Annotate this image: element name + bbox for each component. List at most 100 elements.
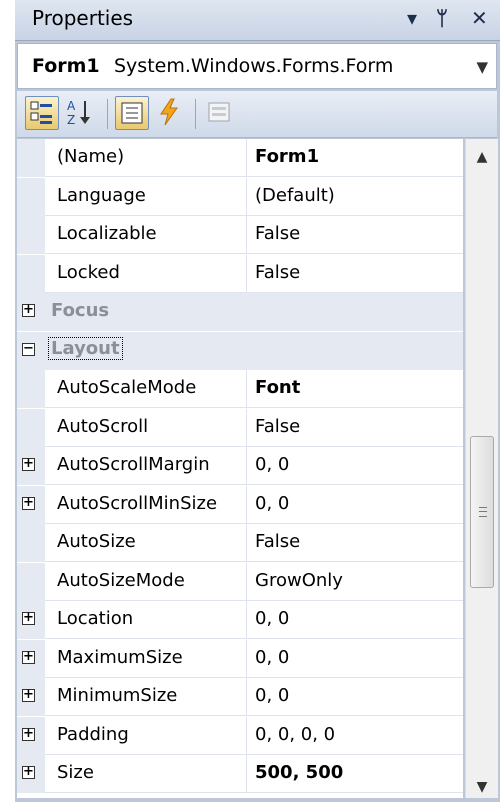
column-divider [246, 716, 247, 755]
column-divider [246, 485, 247, 524]
property-row[interactable]: AutoSize False [17, 524, 463, 562]
property-value[interactable]: 0, 0 [255, 493, 289, 514]
property-row[interactable]: AutoScaleMode Font [17, 370, 463, 408]
property-name: AutoSizeMode [57, 569, 185, 591]
property-grid: (Name) Form1 Language (Default) Localizable F… [17, 139, 463, 798]
close-icon[interactable]: ✕ [471, 6, 488, 30]
property-name: AutoScaleMode [57, 377, 197, 398]
scroll-up-icon[interactable]: ▲ [466, 149, 498, 165]
property-name: Locked [57, 261, 120, 283]
column-divider [246, 254, 247, 293]
column-divider [246, 601, 247, 639]
property-value[interactable]: Form1 [255, 146, 319, 167]
collapse-icon[interactable]: − [22, 342, 35, 356]
category-label: Focus [51, 300, 110, 321]
expand-icon[interactable]: + [22, 650, 35, 664]
title-bar[interactable]: Properties ▾ ᛘ ✕ [15, 0, 500, 41]
category-row[interactable]: + Focus [17, 293, 463, 331]
column-divider [246, 408, 247, 447]
property-value[interactable]: 0, 0 [255, 647, 289, 668]
property-name: Size [57, 762, 94, 783]
property-value[interactable]: (Default) [255, 185, 335, 206]
column-divider [246, 216, 247, 254]
row-gutter [17, 254, 45, 293]
expand-icon[interactable]: + [22, 303, 35, 317]
scroll-down-icon[interactable]: ▼ [466, 779, 498, 795]
property-value[interactable]: False [255, 262, 300, 283]
property-value[interactable]: 0, 0, 0, 0 [255, 724, 335, 745]
expand-icon[interactable]: + [22, 611, 35, 625]
property-row[interactable]: + MaximumSize 0, 0 [17, 639, 463, 678]
column-divider [246, 562, 247, 601]
property-value[interactable]: False [255, 531, 300, 552]
alphabetical-icon[interactable]: A Z [63, 96, 97, 130]
row-gutter [17, 524, 45, 562]
property-value[interactable]: GrowOnly [255, 570, 343, 591]
object-selector[interactable]: Form1 System.Windows.Forms.Form ▼ [17, 43, 497, 89]
property-name: Language [57, 184, 146, 206]
column-divider [246, 447, 247, 485]
categorized-icon[interactable] [25, 96, 59, 130]
property-name: Localizable [57, 223, 157, 244]
svg-text:A: A [67, 99, 76, 113]
property-name: AutoScrollMargin [57, 454, 210, 475]
property-name: AutoSize [57, 531, 136, 552]
scroll-thumb[interactable] [470, 436, 494, 588]
property-name: AutoScroll [57, 415, 149, 437]
category-row[interactable]: − Layout [17, 331, 463, 370]
properties-panel: Properties ▾ ᛘ ✕ Form1 System.Windows.Fo… [15, 0, 500, 802]
property-value[interactable]: 500, 500 [255, 762, 343, 783]
row-gutter [17, 177, 45, 216]
property-row[interactable]: Locked False [17, 254, 463, 293]
property-value[interactable]: 0, 0 [255, 454, 289, 475]
category-label: Layout [48, 336, 123, 360]
property-row[interactable]: + AutoScrollMinSize 0, 0 [17, 485, 463, 524]
toolbar-separator [195, 99, 196, 129]
property-row[interactable]: + Location 0, 0 [17, 601, 463, 639]
column-divider [246, 755, 247, 793]
expand-icon[interactable]: + [22, 496, 35, 510]
expand-icon[interactable]: + [22, 765, 35, 779]
expand-icon[interactable]: + [22, 688, 35, 702]
pin-icon[interactable]: ᛘ [436, 6, 448, 30]
properties-icon[interactable] [115, 96, 149, 130]
property-value[interactable]: 0, 0 [255, 685, 289, 706]
row-gutter [17, 139, 45, 177]
column-divider [246, 139, 247, 177]
toolbar: A Z [17, 91, 497, 138]
property-row[interactable]: AutoScroll False [17, 408, 463, 447]
property-row[interactable]: (Name) Form1 [17, 139, 463, 177]
property-row[interactable]: + AutoScrollMargin 0, 0 [17, 447, 463, 485]
property-value[interactable]: 0, 0 [255, 608, 289, 629]
row-gutter [17, 216, 45, 254]
property-row[interactable]: Language (Default) [17, 177, 463, 216]
chevron-down-icon[interactable]: ▼ [476, 58, 488, 76]
dropdown-arrow-icon[interactable]: ▾ [407, 6, 417, 30]
events-icon[interactable] [153, 96, 187, 130]
property-value[interactable]: False [255, 416, 300, 437]
property-value[interactable]: Font [255, 377, 300, 398]
vertical-scrollbar[interactable]: ▲ ▼ [465, 139, 498, 798]
row-gutter [17, 562, 45, 601]
expand-icon[interactable]: + [22, 727, 35, 741]
row-gutter [17, 408, 45, 447]
row-gutter [17, 370, 45, 408]
property-row[interactable]: AutoSizeMode GrowOnly [17, 562, 463, 601]
toolbar-separator [107, 99, 108, 129]
column-divider [246, 678, 247, 716]
object-name: Form1 [32, 55, 100, 77]
property-value[interactable]: False [255, 223, 300, 244]
property-row[interactable]: + Padding 0, 0, 0, 0 [17, 716, 463, 755]
property-row[interactable]: + MinimumSize 0, 0 [17, 678, 463, 716]
object-type: System.Windows.Forms.Form [114, 55, 394, 77]
property-name: (Name) [57, 146, 125, 167]
property-row[interactable]: Localizable False [17, 216, 463, 254]
expand-icon[interactable]: + [22, 457, 35, 471]
column-divider [246, 524, 247, 562]
property-name: MaximumSize [57, 646, 183, 668]
property-pages-icon[interactable] [203, 96, 237, 130]
property-row[interactable]: + Size 500, 500 [17, 755, 463, 793]
property-name: Location [57, 608, 134, 629]
column-divider [246, 177, 247, 216]
property-name: MinimumSize [57, 685, 178, 706]
